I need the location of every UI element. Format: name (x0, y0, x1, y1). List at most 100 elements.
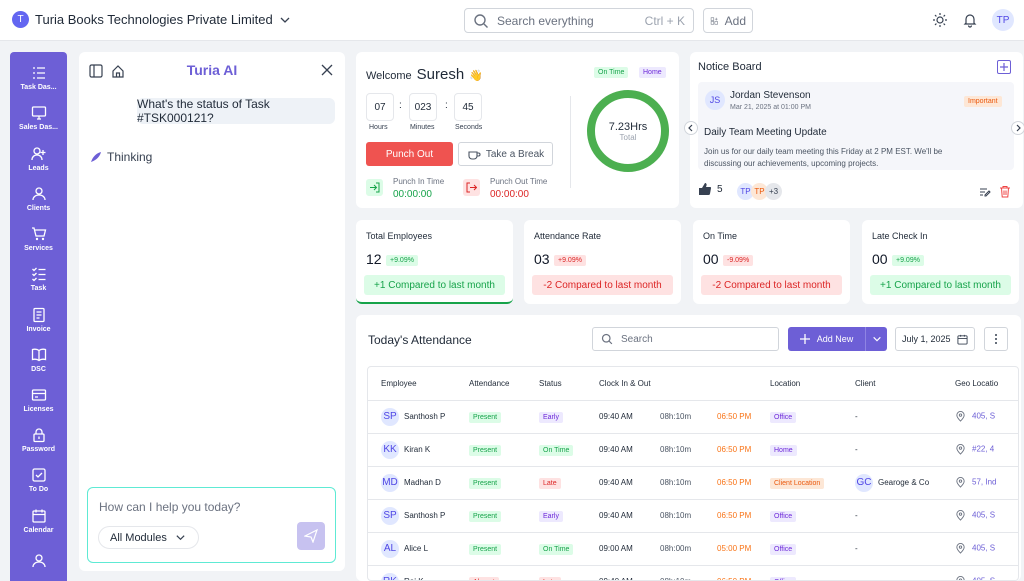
employee-avatar: SP (381, 506, 399, 525)
employee-avatar: RK (381, 572, 399, 580)
next-notice-button[interactable] (1011, 121, 1024, 135)
sun-icon[interactable] (932, 12, 948, 28)
attendance-badge: Absent (469, 577, 499, 580)
add-button[interactable]: Add (703, 8, 753, 33)
sidebar-item-invoice[interactable]: Invoice (10, 299, 67, 339)
take-break-button[interactable]: Take a Break (458, 142, 553, 166)
author-avatar: JS (705, 90, 725, 110)
checkbox-icon (31, 468, 46, 483)
geo-location[interactable]: 405, S (972, 511, 995, 520)
sidebar-item-services[interactable]: Services (10, 219, 67, 259)
sidebar-item-password[interactable]: Password (10, 420, 67, 460)
wave-emoji: 👋 (469, 70, 483, 82)
sidebar-item-more[interactable] (10, 541, 67, 581)
org-switcher[interactable]: T Turia Books Technologies Private Limit… (12, 11, 291, 28)
attendance-table-wrap: Employee Attendance Status Clock In & Ou… (367, 366, 1019, 581)
date-value: July 1, 2025 (902, 334, 951, 344)
punch-out-button[interactable]: Punch Out (366, 142, 453, 166)
add-new-button[interactable]: Add New (788, 327, 887, 351)
sidebar-item-label: DSC (31, 365, 46, 373)
geo-location[interactable]: 405, S (972, 544, 995, 553)
punch-in-value: 00:00:00 (393, 189, 432, 200)
sidebar-item-task[interactable]: Task (10, 259, 67, 299)
user-plus-icon (30, 146, 45, 160)
clock-duration: 08h:10m (660, 445, 692, 454)
table-row[interactable]: SP Santhosh P Present Early 09:40 AM 08h:10m 0… (368, 498, 1018, 532)
sidebar-item-licenses[interactable]: Licenses (10, 380, 67, 420)
ai-input[interactable]: How can I help you today? All Modules (87, 487, 336, 563)
clock-duration: 08h:10m (660, 478, 692, 487)
cart-icon (31, 227, 46, 241)
sidebar-item-to-do[interactable]: To Do (10, 460, 67, 500)
like-count: 5 (717, 183, 723, 195)
table-row[interactable]: MD Madhan D Present Late 09:40 AM 08h:10m 06:5… (368, 465, 1018, 499)
prev-notice-button[interactable] (684, 121, 698, 135)
table-row[interactable]: KK Kiran K Present On Time 09:40 AM 08h:10m 06… (368, 432, 1018, 466)
sidebar-item-dsc[interactable]: DSC (10, 340, 67, 380)
sidebar-item-task-das[interactable]: Task Das... (10, 58, 67, 98)
like-button[interactable]: 5 (698, 182, 723, 196)
trash-icon[interactable] (999, 185, 1011, 198)
send-button[interactable] (297, 522, 325, 550)
chevron-down-icon (176, 535, 185, 541)
add-notice-button[interactable] (997, 60, 1011, 74)
sidebar-item-leads[interactable]: Leads (10, 138, 67, 178)
stat-value: 00 (703, 251, 719, 267)
seconds-label: Seconds (455, 124, 483, 131)
chevron-down-icon (280, 17, 290, 23)
sidebar-item-label: Invoice (26, 325, 51, 333)
sidebar-item-label: Calendar (23, 526, 54, 534)
global-search[interactable]: Search everything Ctrl + K (464, 8, 694, 33)
date-picker[interactable]: July 1, 2025 (895, 327, 975, 351)
stat-percent: +9.09% (892, 255, 924, 266)
ai-input-placeholder: How can I help you today? (99, 500, 241, 514)
stat-card-on-time: On Time 00 -9.09% -2 Compared to last mo… (693, 220, 850, 304)
user-avatar[interactable]: TP (992, 9, 1014, 31)
attendance-card: Today's Attendance Search Add New July 1… (356, 315, 1021, 581)
sidebar-item-label: Task (30, 285, 47, 293)
geo-location[interactable]: 57, Ind (972, 478, 996, 487)
geo-location[interactable]: 405, S (972, 412, 995, 421)
stat-compare: +1 Compared to last month (364, 275, 505, 295)
table-row[interactable]: AL Alice L Present On Time 09:00 AM 08h:00m 05… (368, 531, 1018, 565)
clock-out: 06:50 PM (717, 511, 752, 520)
table-row[interactable]: RK Rai K Absent Late 09:40 AM08h:10m06:50 PM… (368, 564, 1018, 580)
stat-compare: -2 Compared to last month (701, 275, 842, 295)
module-select[interactable]: All Modules (98, 526, 199, 549)
employee-avatar: MD (381, 473, 399, 492)
important-badge: Important (964, 96, 1002, 107)
edit-icon[interactable] (979, 186, 991, 198)
bell-icon[interactable] (962, 12, 978, 28)
stat-compare: +1 Compared to last month (870, 275, 1011, 295)
sidebar-item-calendar[interactable]: Calendar (10, 501, 67, 541)
top-bar: T Turia Books Technologies Private Limit… (0, 0, 1024, 41)
sidebar-item-label: Task Das... (20, 84, 57, 92)
location-badge: Office (770, 544, 797, 555)
minutes-box: 023 (409, 93, 437, 121)
add-new-label: Add New (816, 334, 854, 344)
more-options-button[interactable] (984, 327, 1008, 351)
attendance-search[interactable]: Search (592, 327, 779, 351)
geo-location[interactable]: 405, S (972, 577, 995, 580)
location-badge: Office (770, 577, 797, 580)
task-list-icon (32, 67, 45, 79)
add-new-dropdown[interactable] (865, 327, 887, 351)
org-avatar: T (12, 11, 29, 28)
table-row[interactable]: SP Santhosh P Present Early 09:40 AM 08h:10m 0… (368, 399, 1018, 433)
total-hours-ring: 7.23Hrs Total (587, 90, 669, 172)
close-icon[interactable] (321, 64, 333, 76)
sidebar-item-sales-das[interactable]: Sales Das... (10, 98, 67, 138)
map-pin-icon (956, 510, 965, 521)
clock-in: 09:40 AM (599, 511, 633, 520)
employee-name: Santhosh P (404, 510, 446, 520)
punch-in-label: Punch In Time (393, 177, 445, 186)
attendance-title: Today's Attendance (368, 333, 472, 347)
geo-location[interactable]: #22, 4 (972, 445, 994, 454)
employee-name: Rai K (404, 577, 424, 580)
calendar-icon (31, 509, 46, 523)
add-grid-icon (710, 16, 718, 25)
send-icon (304, 529, 318, 543)
sidebar-item-clients[interactable]: Clients (10, 179, 67, 219)
calendar-icon (957, 334, 968, 345)
clock-out: 06:50 PM (717, 577, 751, 580)
